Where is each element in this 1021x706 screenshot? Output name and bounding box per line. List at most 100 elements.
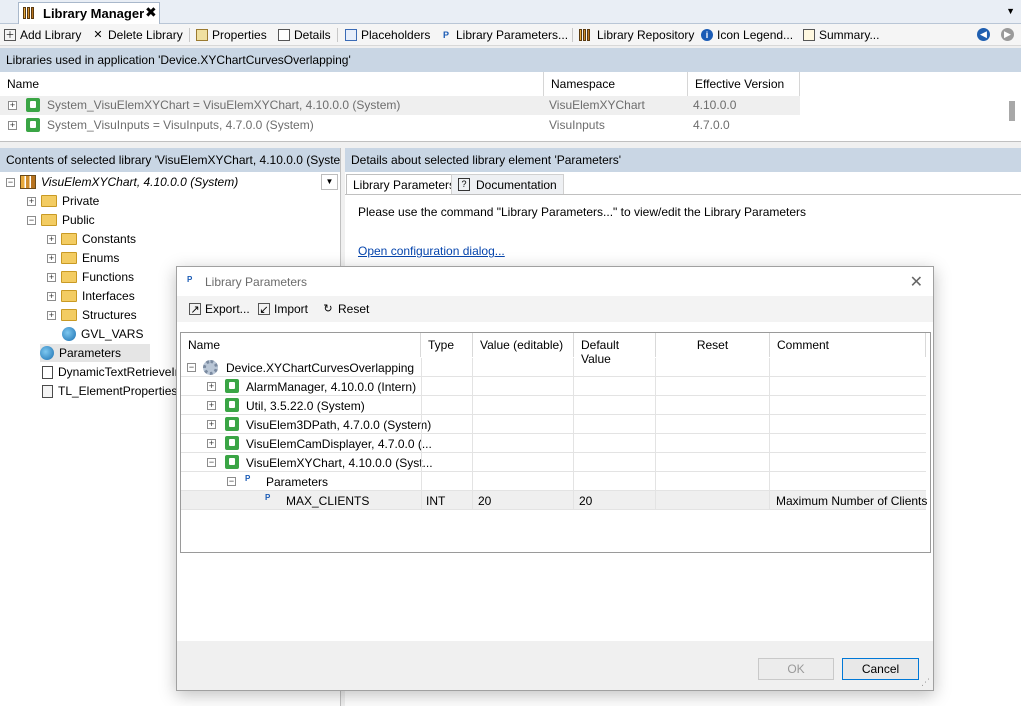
open-configuration-link[interactable]: Open configuration dialog...: [358, 244, 505, 258]
expand-icon[interactable]: +: [207, 439, 216, 448]
tab-list-dropdown-icon[interactable]: ▼: [1006, 6, 1015, 16]
table-row-parameter[interactable]: P MAX_CLIENTS INT 20 20 Maximum Number o…: [181, 491, 927, 510]
libraries-scrollbar-thumb[interactable]: [1009, 101, 1015, 121]
tree-item-dynamic-text[interactable]: DynamicTextRetrieveIn: [42, 363, 181, 381]
folder-icon: [61, 309, 77, 321]
tree-dropdown-icon[interactable]: ▼: [321, 174, 338, 190]
parameter-default-value: 20: [579, 494, 593, 508]
column-header-reset[interactable]: Reset: [656, 333, 770, 357]
parameter-value-cell[interactable]: 20: [473, 491, 574, 510]
placeholders-button[interactable]: Placeholders: [345, 27, 430, 43]
tree-item-tl-element[interactable]: TL_ElementProperties: [42, 382, 177, 400]
tree-item-constants[interactable]: + Constants: [47, 230, 136, 248]
column-header-default-value[interactable]: Default Value: [574, 333, 656, 366]
library-row[interactable]: + System_VisuInputs = VisuInputs, 4.7.0.…: [0, 116, 800, 135]
tree-item-structures[interactable]: + Structures: [47, 306, 137, 324]
tree-item-public[interactable]: − Public: [27, 211, 95, 229]
export-button[interactable]: ↗ Export...: [189, 301, 250, 317]
cancel-button[interactable]: Cancel: [842, 658, 919, 680]
tree-root[interactable]: − VisuElemXYChart, 4.10.0.0 (System): [6, 173, 238, 191]
cell: INT: [421, 491, 473, 510]
global-variables-icon: [62, 327, 76, 341]
expand-icon[interactable]: +: [8, 121, 17, 130]
tree-item-enums[interactable]: + Enums: [47, 249, 119, 267]
parameter-reset-cell[interactable]: [656, 491, 770, 510]
column-header-version[interactable]: Effective Version: [688, 72, 800, 96]
parameter-value[interactable]: 20: [478, 494, 491, 508]
parameter-type: INT: [426, 494, 446, 508]
column-header-namespace[interactable]: Namespace: [544, 72, 688, 96]
tree-item-private[interactable]: + Private: [27, 192, 99, 210]
table-row-library[interactable]: + Util, 3.5.22.0 (System): [181, 396, 926, 415]
tree-item-functions[interactable]: + Functions: [47, 268, 134, 286]
table-row-parameters-node[interactable]: − P Parameters: [181, 472, 926, 491]
column-header-comment[interactable]: Comment: [770, 333, 926, 357]
table-row-library[interactable]: + VisuElem3DPath, 4.7.0.0 (System): [181, 415, 926, 434]
properties-button[interactable]: Properties: [196, 27, 267, 43]
summary-icon: [803, 29, 815, 41]
tree-item-gvl-vars[interactable]: GVL_VARS: [62, 325, 143, 343]
column-header-type[interactable]: Type: [421, 333, 473, 357]
toolbar-separator: [337, 28, 338, 42]
column-header-name[interactable]: Name: [0, 72, 544, 96]
summary-button[interactable]: Summary...: [803, 27, 879, 43]
expand-icon[interactable]: +: [47, 310, 56, 320]
add-library-button[interactable]: ＋ Add Library: [4, 27, 81, 43]
collapse-icon[interactable]: −: [187, 363, 196, 372]
tree-item-interfaces[interactable]: + Interfaces: [47, 287, 135, 305]
tab-library-parameters[interactable]: Library Parameters: [346, 174, 463, 194]
table-row-library[interactable]: − VisuElemXYChart, 4.10.0.0 (Syst...: [181, 453, 926, 472]
expand-icon[interactable]: +: [47, 272, 56, 282]
cell: [421, 453, 473, 472]
document-icon: [42, 365, 53, 379]
expand-icon[interactable]: +: [8, 101, 17, 110]
table-row-device[interactable]: − Device.XYChartCurvesOverlapping: [181, 358, 926, 377]
locked-library-icon: [26, 118, 40, 132]
column-header-name[interactable]: Name: [181, 333, 421, 357]
resize-grip-icon[interactable]: ⋰: [921, 677, 930, 688]
libraries-header: Libraries used in application 'Device.XY…: [0, 48, 1021, 72]
expand-icon[interactable]: +: [47, 253, 56, 263]
expand-icon[interactable]: +: [207, 382, 216, 391]
collapse-icon[interactable]: −: [207, 458, 216, 467]
cell: [656, 472, 770, 491]
tab-documentation[interactable]: ? Documentation: [451, 174, 564, 194]
expand-icon[interactable]: +: [47, 234, 56, 244]
expand-icon[interactable]: +: [27, 196, 36, 206]
tree-item-parameters[interactable]: Parameters: [40, 344, 150, 362]
table-row-library[interactable]: + VisuElemCamDisplayer, 4.7.0.0 (...: [181, 434, 926, 453]
icon-legend-button[interactable]: i Icon Legend...: [701, 27, 793, 43]
library-row[interactable]: + System_VisuElemXYChart = VisuElemXYCha…: [0, 96, 800, 115]
cell: [656, 358, 770, 377]
parameters-grid: Name Type Value (editable) Default Value…: [180, 332, 931, 553]
import-button[interactable]: ↙ Import: [258, 301, 308, 317]
collapse-icon[interactable]: −: [227, 477, 236, 486]
back-arrow-icon[interactable]: ◀: [977, 28, 990, 41]
close-icon[interactable]: ✕: [910, 272, 923, 292]
column-header-value[interactable]: Value (editable): [473, 333, 574, 357]
table-row-library[interactable]: + AlarmManager, 4.10.0.0 (Intern): [181, 377, 926, 396]
tree-label: Constants: [82, 232, 137, 246]
export-icon: ↗: [189, 303, 201, 316]
ok-button[interactable]: OK: [758, 658, 834, 680]
import-icon: ↙: [258, 303, 270, 316]
library-repository-button[interactable]: Library Repository: [579, 27, 694, 43]
delete-library-button[interactable]: ✕ Delete Library: [92, 27, 183, 43]
collapse-icon[interactable]: −: [27, 215, 36, 225]
expand-icon[interactable]: +: [47, 291, 56, 301]
delete-library-label: Delete Library: [108, 28, 183, 42]
toolbar-separator: [189, 28, 190, 42]
library-parameters-button[interactable]: P Library Parameters...: [440, 27, 568, 43]
expand-icon[interactable]: +: [207, 401, 216, 410]
library-namespace: VisuInputs: [549, 118, 605, 132]
reset-button[interactable]: ↻ Reset: [322, 301, 369, 317]
collapse-icon[interactable]: −: [6, 177, 15, 187]
device-name: Device.XYChartCurvesOverlapping: [226, 361, 415, 375]
forward-arrow-icon[interactable]: ▶: [1001, 28, 1014, 41]
expand-icon[interactable]: +: [207, 420, 216, 429]
placeholders-icon: [345, 29, 357, 41]
close-tab-icon[interactable]: ✖: [145, 4, 157, 21]
tree-label: Enums: [82, 251, 120, 265]
tab-library-manager[interactable]: Library Manager ✖: [18, 2, 160, 24]
details-button[interactable]: Details: [278, 27, 331, 43]
